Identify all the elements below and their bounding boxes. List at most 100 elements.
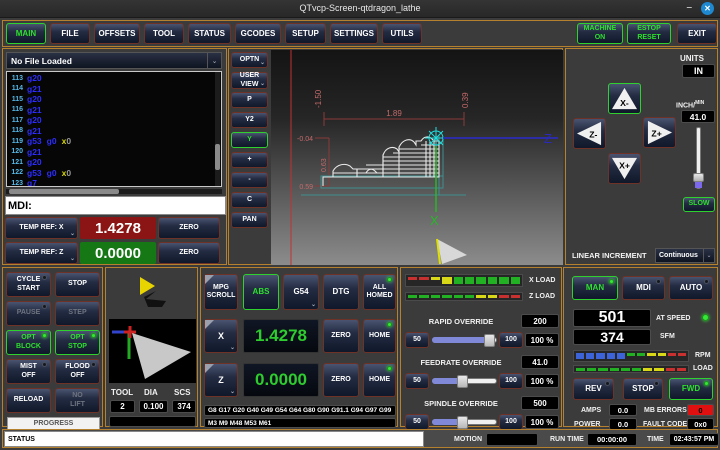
jog-rate-label-main: INCH/ [676,102,695,109]
led-indicator [387,277,392,282]
g54-button[interactable]: G54 ⌄ [283,274,319,310]
estop-reset-button[interactable]: ESTOP RESET [627,23,671,44]
slider-handle[interactable] [457,375,468,388]
increment-combo[interactable]: Continuous ⌄ [655,248,715,263]
spindle-max-button[interactable]: 100 [499,414,523,430]
view-user-view-button[interactable]: USER VIEW ⌄ [231,72,268,89]
auto-mode-button[interactable]: AUTO [669,276,713,300]
mdi-mode-button[interactable]: MDI [622,276,665,300]
scs-label: SCS [174,388,190,397]
step-button[interactable]: STEP [55,301,100,326]
gcode-hscrollbar[interactable] [6,189,222,194]
tab-main[interactable]: MAIN [6,23,46,44]
spindle-override-label: SPINDLE OVERRIDE [401,399,521,408]
mist-button[interactable]: MIST OFF [6,359,51,384]
cycle-start-button[interactable]: CYCLE START [6,272,51,297]
x-load-label: X LOAD [529,277,555,284]
feed-override-slider[interactable] [432,375,497,388]
view-optn-button[interactable]: OPTN ⌄ [231,52,268,68]
no-lift-button[interactable]: NO LIFT [55,388,100,413]
jog-x-minus-button[interactable]: X- [608,83,641,114]
zero-x-temp-button[interactable]: ZERO [158,217,220,239]
zero-x-button[interactable]: ZERO [323,319,359,353]
jog-x-plus-button[interactable]: X+ [608,153,641,184]
spindle-override-slider[interactable] [432,416,497,429]
exit-button[interactable]: EXIT [677,23,717,44]
mpg-scroll-label: MPG SCROLL [207,284,236,300]
zero-z-button[interactable]: ZERO [323,363,359,397]
axis-x-label: X [218,331,224,341]
status-field[interactable]: STATUS [4,431,424,447]
tab-status[interactable]: STATUS [188,23,231,44]
opt-block-button[interactable]: OPT BLOCK [6,330,51,355]
temp-ref-z-button[interactable]: TEMP REF: Z ⌄ [5,242,78,264]
stop-button[interactable]: STOP [55,272,100,297]
spindle-fwd-button[interactable]: FWD [669,378,713,400]
slider-handle[interactable] [693,173,704,182]
bar-segment [586,353,594,359]
machine-on-button[interactable]: MACHINE ON [577,23,623,44]
reload-button[interactable]: RELOAD [6,388,51,413]
view-pan-button[interactable]: PAN [231,212,268,228]
bar-segment [576,353,584,359]
dtg-button[interactable]: DTG [323,274,359,310]
tab-tool[interactable]: TOOL [144,23,184,44]
spindle-rev-button[interactable]: REV [573,378,614,400]
view-p-button[interactable]: P [231,92,268,108]
view-zoom-out-button[interactable]: - [231,172,268,188]
bar-segment [632,368,641,371]
minimize-button[interactable]: – [686,2,692,13]
gcode-line: 121g20 [9,157,221,168]
view-zoom-in-button[interactable]: + [231,152,268,168]
slider-handle[interactable] [484,334,495,347]
jog-z-minus-button[interactable]: Z- [573,118,606,149]
close-button[interactable]: ✕ [701,2,714,15]
tab-file[interactable]: FILE [50,23,90,44]
rapid-max-button[interactable]: 100 [499,332,523,348]
zero-z-temp-button[interactable]: ZERO [158,242,220,264]
bar-segment [442,277,451,284]
view-y2-button[interactable]: Y2 [231,112,268,128]
spindle-min-button[interactable]: 50 [405,414,429,430]
axis-z-button[interactable]: Z ⌄ [204,363,238,397]
tab-settings[interactable]: SETTINGS [330,23,378,44]
man-mode-button[interactable]: MAN [572,276,618,300]
home-z-button[interactable]: HOME [363,363,396,397]
gremlin-preview[interactable]: 1.89 -1.50 0.39 -0.04 0.63 0.59 [271,50,563,265]
hscroll-thumb[interactable] [9,189,119,194]
all-homed-button[interactable]: ALL HOMED [363,274,396,310]
spindle-stop-button[interactable]: STOP [623,378,663,400]
view-clear-button[interactable]: C [231,192,268,208]
tool-panel: TOOL DIA SCS 2 0.100 374 [105,267,198,427]
mdi-input[interactable]: MDI: [5,196,226,215]
tool-cone [437,239,467,264]
feed-max-button[interactable]: 100 [499,373,523,389]
axis-x-button[interactable]: X ⌄ [204,319,238,353]
jog-rate-slider[interactable] [693,127,704,193]
rapid-min-button[interactable]: 50 [405,332,429,348]
abs-button[interactable]: ABS [243,274,279,310]
feed-min-button[interactable]: 50 [405,373,429,389]
home-x-button[interactable]: HOME [363,319,396,353]
vscroll-thumb[interactable] [215,144,220,170]
led-indicator [654,381,659,386]
tab-offsets[interactable]: OFFSETS [94,23,140,44]
jog-z-plus-button[interactable]: Z+ [643,117,676,148]
file-combo[interactable]: No File Loaded ⌄ [6,52,222,69]
rapid-override-slider[interactable] [432,334,497,347]
gcode-vscrollbar[interactable] [215,72,220,186]
slider-handle[interactable] [457,416,468,429]
gcode-list[interactable]: 113g20114g21115g20116g21117g20118g21119g… [6,71,222,187]
flood-button[interactable]: FLOOD OFF [55,359,100,384]
tool-comment-display [109,416,196,427]
mpg-scroll-button[interactable]: MPG SCROLL [204,274,238,310]
all-homed-label: ALL HOMED [366,284,392,300]
slow-button[interactable]: SLOW [683,197,715,212]
tab-utils[interactable]: UTILS [382,23,422,44]
view-y-button[interactable]: Y [231,132,268,148]
temp-ref-x-button[interactable]: TEMP REF: X ⌄ [5,217,78,239]
pause-button[interactable]: PAUSE [6,301,51,326]
tab-setup[interactable]: SETUP [285,23,326,44]
opt-stop-button[interactable]: OPT STOP [55,330,100,355]
tab-gcodes[interactable]: GCODES [235,23,281,44]
